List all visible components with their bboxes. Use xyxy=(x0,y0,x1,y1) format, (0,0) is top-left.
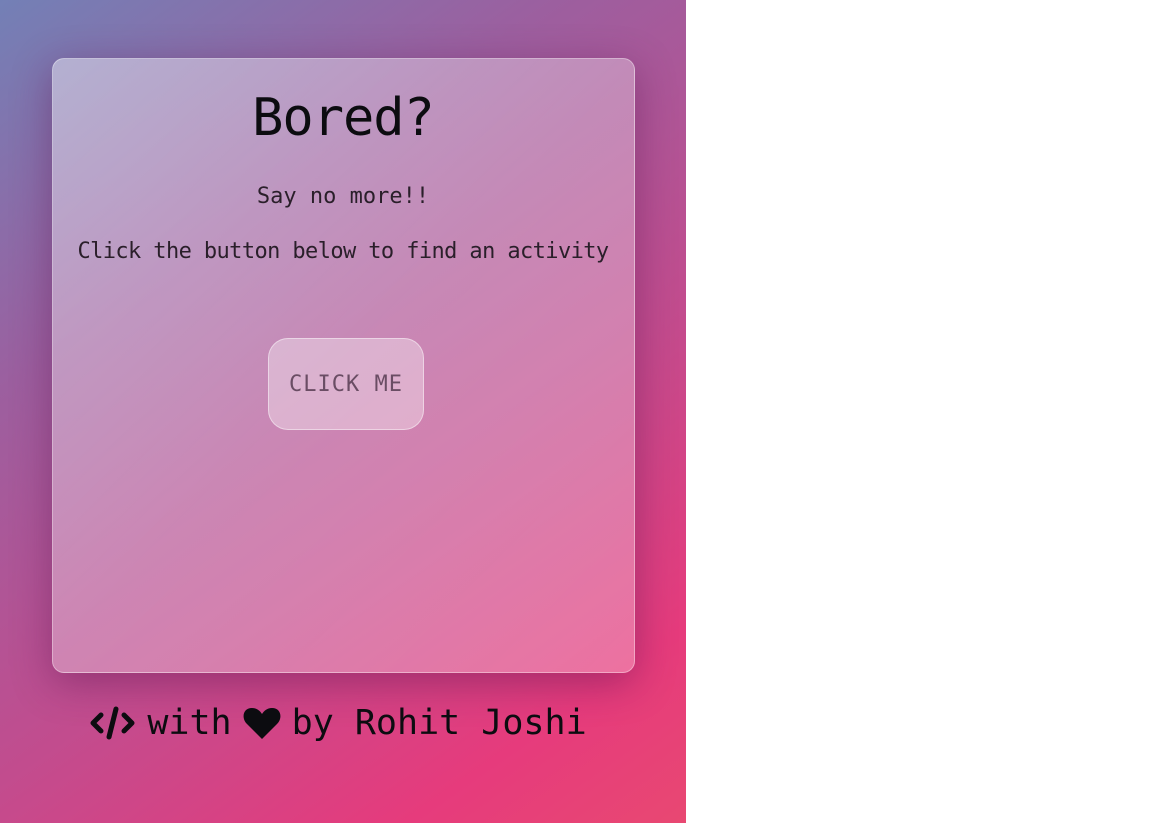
page-title: Bored? xyxy=(252,88,435,148)
app-background: Bored? Say no more!! Click the button be… xyxy=(0,0,686,823)
heart-icon xyxy=(242,705,282,741)
code-icon xyxy=(89,705,137,741)
instruction-text: Click the button below to find an activi… xyxy=(77,239,609,264)
footer-credit: with by Rohit Joshi xyxy=(0,698,686,748)
footer-author-text: by Rohit Joshi xyxy=(291,703,587,743)
click-me-button[interactable]: CLICK ME xyxy=(268,338,424,430)
footer-with-text: with xyxy=(147,703,232,743)
subtitle-text: Say no more!! xyxy=(256,184,430,209)
